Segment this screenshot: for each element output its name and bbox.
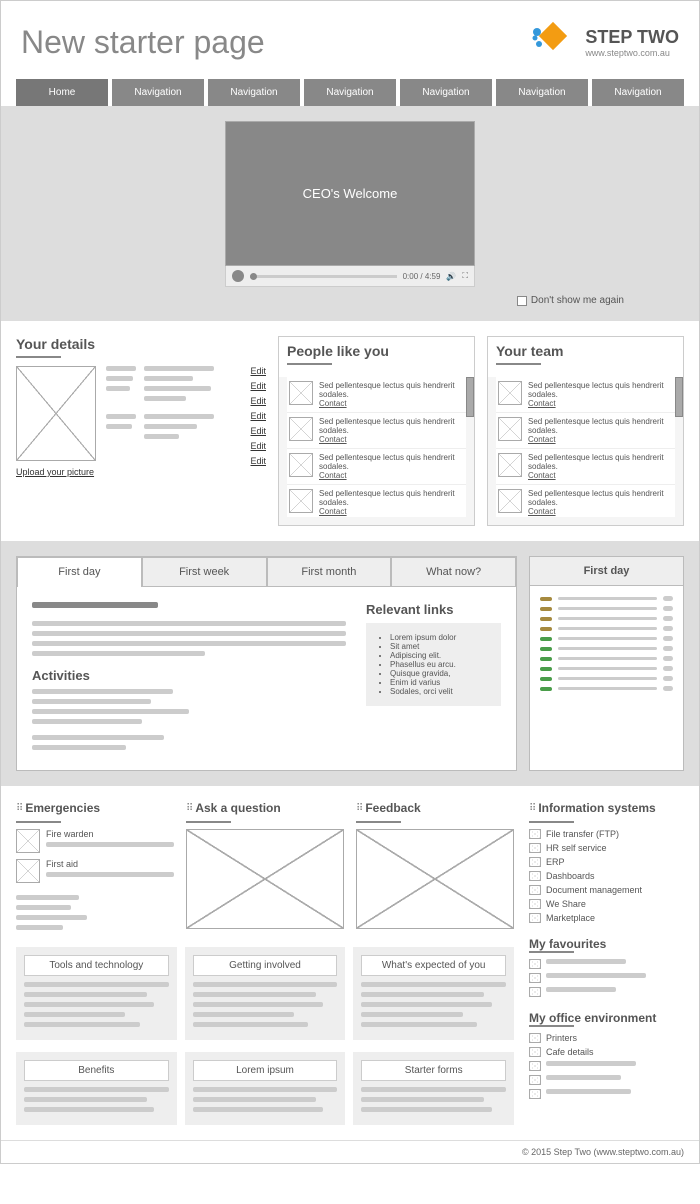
card-lorem[interactable]: Lorem ipsum — [185, 1052, 346, 1125]
nav-item[interactable]: Navigation — [592, 79, 684, 106]
dont-show-checkbox[interactable]: Don't show me again — [517, 295, 624, 306]
page-title: New starter page — [21, 24, 265, 61]
info-systems-widget: ⠿Information systems File transfer (FTP)… — [529, 801, 684, 923]
brand-url: www.steptwo.com.au — [585, 48, 679, 58]
person-item[interactable]: Sed pellentesque lectus quis hendrerit s… — [496, 485, 675, 517]
feedback-widget: ⠿Feedback — [356, 801, 514, 935]
emergencies-widget: ⠿Emergencies Fire warden First aid — [16, 801, 174, 935]
scrollbar[interactable] — [466, 377, 474, 417]
brand-name: STEP TWO — [585, 27, 679, 48]
nav-home[interactable]: Home — [16, 79, 108, 106]
tab-first-week[interactable]: First week — [142, 557, 267, 587]
card-involved[interactable]: Getting involved — [185, 947, 346, 1040]
widgets-section: ⠿Emergencies Fire warden First aid ⠿Ask … — [1, 786, 699, 1140]
info-link[interactable]: We Share — [529, 899, 684, 909]
video-player[interactable]: CEO's Welcome — [225, 121, 475, 266]
env-link[interactable]: Cafe details — [529, 1047, 684, 1057]
drag-icon[interactable]: ⠿ — [356, 803, 361, 814]
info-link[interactable]: HR self service — [529, 843, 684, 853]
contact-link[interactable]: Contact — [528, 507, 556, 516]
people-like-you: People like you Sed pellentesque lectus … — [278, 336, 475, 526]
nav-item[interactable]: Navigation — [304, 79, 396, 106]
contact-link[interactable]: Contact — [528, 471, 556, 480]
nav-item[interactable]: Navigation — [208, 79, 300, 106]
contact-link[interactable]: Contact — [319, 507, 347, 516]
edit-link[interactable]: Edit — [250, 396, 266, 406]
activities-title: Activities — [32, 668, 346, 683]
video-section: CEO's Welcome 0:00 / 4:59 🔊 ⛶ Don't show… — [1, 106, 699, 321]
volume-icon[interactable]: 🔊 — [446, 272, 456, 281]
tab-first-month[interactable]: First month — [267, 557, 392, 587]
office-env-widget: My office environment Printers Cafe deta… — [529, 1011, 684, 1099]
card-benefits[interactable]: Benefits — [16, 1052, 177, 1125]
checkbox-icon[interactable] — [517, 296, 527, 306]
edit-link[interactable]: Edit — [250, 441, 266, 451]
favourites-widget: My favourites — [529, 937, 684, 997]
person-item[interactable]: Sed pellentesque lectus quis hendrerit s… — [287, 377, 466, 413]
contact-link[interactable]: Contact — [528, 435, 556, 444]
profile-image — [16, 366, 96, 461]
video-time: 0:00 / 4:59 — [403, 272, 441, 281]
info-link[interactable]: Marketplace — [529, 913, 684, 923]
person-item[interactable]: Sed pellentesque lectus quis hendrerit s… — [287, 485, 466, 517]
person-item[interactable]: Sed pellentesque lectus quis hendrerit s… — [287, 413, 466, 449]
info-link[interactable]: Dashboards — [529, 871, 684, 881]
feedback-image[interactable] — [356, 829, 514, 929]
your-details: Your details Upload your picture — [16, 336, 266, 526]
contact-link[interactable]: Contact — [528, 399, 556, 408]
fullscreen-icon[interactable]: ⛶ — [462, 271, 468, 281]
team-list[interactable]: Sed pellentesque lectus quis hendrerit s… — [496, 377, 675, 517]
edit-link[interactable]: Edit — [250, 426, 266, 436]
nav-bar: Home Navigation Navigation Navigation Na… — [1, 79, 699, 106]
people-list[interactable]: Sed pellentesque lectus quis hendrerit s… — [287, 377, 466, 517]
upload-link[interactable]: Upload your picture — [16, 467, 96, 477]
drag-icon[interactable]: ⠿ — [16, 803, 21, 814]
ask-image[interactable] — [186, 829, 344, 929]
env-link[interactable]: Printers — [529, 1033, 684, 1043]
edit-link[interactable]: Edit — [250, 456, 266, 466]
video-controls: 0:00 / 4:59 🔊 ⛶ — [225, 266, 475, 287]
relevant-links-title: Relevant links — [366, 602, 501, 617]
relevant-links: Lorem ipsum dolor Sit amet Adipiscing el… — [366, 623, 501, 706]
edit-link[interactable]: Edit — [250, 411, 266, 421]
scrollbar[interactable] — [675, 377, 683, 417]
tab-row: First day First week First month What no… — [17, 557, 516, 587]
person-item[interactable]: Sed pellentesque lectus quis hendrerit s… — [496, 413, 675, 449]
contact-link[interactable]: Contact — [319, 399, 347, 408]
logo-icon — [529, 16, 577, 69]
nav-item[interactable]: Navigation — [112, 79, 204, 106]
person-item[interactable]: Sed pellentesque lectus quis hendrerit s… — [496, 377, 675, 413]
ask-question-widget: ⠿Ask a question — [186, 801, 344, 935]
info-link[interactable]: File transfer (FTP) — [529, 829, 684, 839]
contact-link[interactable]: Contact — [319, 471, 347, 480]
progress-bar[interactable] — [250, 275, 397, 278]
person-item[interactable]: Sed pellentesque lectus quis hendrerit s… — [287, 449, 466, 485]
edit-link[interactable]: Edit — [250, 381, 266, 391]
card-starter[interactable]: Starter forms — [353, 1052, 514, 1125]
brand-logo: STEP TWO www.steptwo.com.au — [529, 16, 679, 69]
play-button[interactable] — [232, 270, 244, 282]
tab-what-now[interactable]: What now? — [391, 557, 516, 587]
tabs-section: First day First week First month What no… — [1, 541, 699, 786]
header: New starter page STEP TWO www.steptwo.co… — [1, 1, 699, 79]
drag-icon[interactable]: ⠿ — [529, 803, 534, 814]
info-link[interactable]: ERP — [529, 857, 684, 867]
first-day-panel: First day — [529, 556, 684, 771]
contact-link[interactable]: Contact — [319, 435, 347, 444]
footer: © 2015 Step Two (www.steptwo.com.au) — [1, 1140, 699, 1163]
details-row: Your details Upload your picture — [1, 321, 699, 541]
info-link[interactable]: Document management — [529, 885, 684, 895]
your-team: Your team Sed pellentesque lectus quis h… — [487, 336, 684, 526]
nav-item[interactable]: Navigation — [400, 79, 492, 106]
card-expected[interactable]: What's expected of you — [353, 947, 514, 1040]
edit-link[interactable]: Edit — [250, 366, 266, 376]
tab-first-day[interactable]: First day — [17, 557, 142, 587]
drag-icon[interactable]: ⠿ — [186, 803, 191, 814]
nav-item[interactable]: Navigation — [496, 79, 588, 106]
person-item[interactable]: Sed pellentesque lectus quis hendrerit s… — [496, 449, 675, 485]
details-title: Your details — [16, 336, 266, 352]
card-tools[interactable]: Tools and technology — [16, 947, 177, 1040]
